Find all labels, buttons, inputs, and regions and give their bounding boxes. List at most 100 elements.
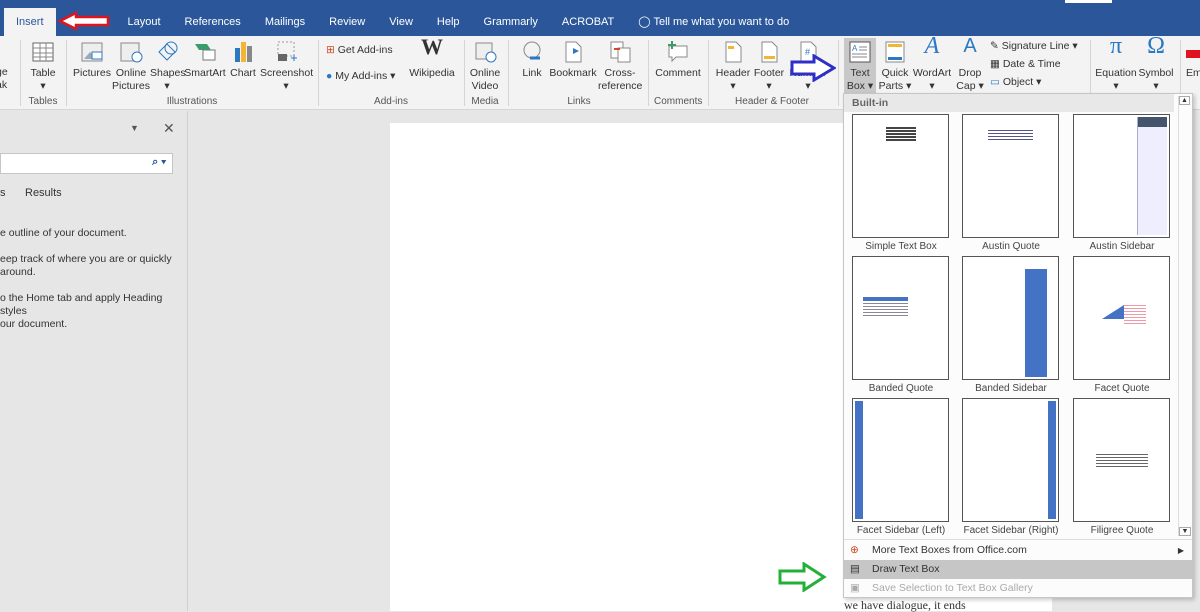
tab-layout[interactable]: Layout (116, 8, 173, 36)
get-addins-button[interactable]: ⊞ Get Add-ins (326, 44, 393, 57)
comment-button[interactable]: Comment (654, 40, 702, 80)
gallery-item-label[interactable]: Filigree Quote (1067, 525, 1177, 536)
table-button[interactable]: Table ▾ (26, 40, 60, 93)
tab-mailings[interactable]: Mailings (253, 8, 317, 36)
group-addins: Add-ins (374, 96, 408, 107)
gallery-item-label[interactable]: Banded Quote (846, 383, 956, 394)
tell-me[interactable]: ◯ Tell me what you want to do (626, 8, 801, 36)
gallery-thumbnail[interactable] (962, 256, 1059, 380)
green-arrow-annotation (778, 562, 827, 592)
section-built-in: Built-in (844, 94, 1174, 112)
header-icon (725, 41, 742, 63)
tab-references[interactable]: References (173, 8, 253, 36)
link-button[interactable]: Link (516, 40, 548, 80)
gallery-thumbnail[interactable] (852, 398, 949, 522)
my-addins-button[interactable]: ● My Add-ins ▾ (326, 70, 395, 83)
group-illustrations: Illustrations (166, 96, 218, 107)
addins-icon: ● (326, 70, 333, 82)
lightbulb-icon: ◯ (638, 16, 651, 28)
gallery-item-label[interactable]: Facet Quote (1067, 383, 1177, 394)
gallery-item-label[interactable]: Facet Sidebar (Right) (956, 525, 1066, 536)
group-tables: Tables (28, 96, 58, 107)
wikipedia-button[interactable]: W Wikipedia (408, 36, 456, 80)
online-video-button[interactable]: Online Video (468, 40, 502, 93)
object-icon: ▭ (990, 76, 1000, 88)
chart-button[interactable]: Chart (228, 40, 258, 80)
gallery-thumbnail[interactable] (962, 114, 1059, 238)
gallery-thumbnail[interactable] (852, 256, 949, 380)
wordart-icon: A (924, 33, 940, 59)
text-box-icon: ▤ (850, 563, 860, 575)
gallery-item-label[interactable]: Banded Sidebar (956, 383, 1066, 394)
quick-parts-button[interactable]: Quick Parts ▾ (878, 40, 912, 93)
text-box-icon: A (849, 41, 871, 63)
object-button[interactable]: ▭ Object ▾ (990, 76, 1041, 89)
gallery-item-label[interactable]: Simple Text Box (846, 241, 956, 252)
save-selection-item: ▣ Save Selection to Text Box Gallery (844, 579, 1192, 598)
tab-pages[interactable]: s (0, 187, 6, 199)
more-text-boxes-item[interactable]: ⊕ More Text Boxes from Office.com ▶ (844, 541, 1192, 560)
date-time-button[interactable]: ▦ Date & Time (990, 58, 1061, 71)
save-icon: ▣ (850, 582, 860, 594)
pane-options-dropdown[interactable]: ▼ (130, 123, 139, 133)
table-icon (32, 42, 54, 62)
store-icon: ⊞ (326, 44, 335, 56)
group-header-footer: Header & Footer (735, 96, 809, 107)
smartart-icon (195, 44, 216, 61)
gallery-thumbnail[interactable] (1073, 398, 1170, 522)
gallery-scrollbar[interactable]: ▲ ▼ (1178, 96, 1191, 536)
equation-button[interactable]: π Equation ▾ (1094, 34, 1138, 93)
symbol-button[interactable]: Ω Symbol ▾ (1138, 33, 1174, 93)
red-arrow-annotation (56, 10, 116, 34)
search-input[interactable]: ⌕ ▾ (0, 153, 173, 174)
tab-acrobat[interactable]: ACROBAT (550, 8, 626, 36)
online-pictures-button[interactable]: Online Pictures (112, 40, 150, 93)
search-icon: ⌕ ▾ (152, 156, 166, 168)
tab-grammarly[interactable]: Grammarly (472, 8, 550, 36)
signature-icon: ✎ (990, 40, 999, 52)
bookmark-button[interactable]: Bookmark (548, 40, 598, 80)
page-break-button[interactable]: geak (0, 66, 10, 92)
drop-cap-icon: A (963, 35, 977, 57)
footer-button[interactable]: Footer ▾ (752, 40, 786, 93)
wordart-button[interactable]: A WordArt ▾ (912, 33, 952, 93)
draw-text-box-item[interactable]: ▤ Draw Text Box (844, 560, 1192, 579)
blue-arrow-annotation (790, 54, 836, 82)
drop-cap-button[interactable]: A Drop Cap ▾ (954, 35, 986, 93)
bookmark-icon (565, 41, 582, 63)
cross-reference-icon (610, 41, 631, 63)
gallery-item-label[interactable]: Austin Quote (956, 241, 1066, 252)
group-media: Media (471, 96, 499, 107)
online-pictures-icon (120, 42, 143, 63)
tab-review[interactable]: Review (317, 8, 377, 36)
text-box-button[interactable]: A Text Box ▾ (844, 38, 876, 96)
pictures-icon (81, 42, 103, 62)
gallery-thumbnail[interactable] (852, 114, 949, 238)
header-button[interactable]: Header ▾ (714, 40, 752, 93)
tab-insert[interactable]: Insert (4, 8, 56, 36)
tab-view[interactable]: View (377, 8, 425, 36)
svg-text:A: A (852, 44, 858, 53)
document-text: we have dialogue, it ends (844, 598, 966, 612)
gallery-thumbnail[interactable] (1073, 114, 1170, 238)
pictures-button[interactable]: Pictures (72, 40, 112, 80)
calendar-icon: ▦ (990, 58, 1000, 70)
shapes-button[interactable]: Shapes ▾ (150, 40, 186, 93)
gallery-thumbnail[interactable] (1073, 256, 1170, 380)
omega-icon: Ω (1147, 33, 1165, 59)
signature-line-button[interactable]: ✎ Signature Line ▾ (990, 40, 1078, 53)
gallery-item-label[interactable]: Facet Sidebar (Left) (846, 525, 956, 536)
office-icon: ⊕ (850, 544, 859, 556)
cross-reference-button[interactable]: Cross-reference (598, 40, 642, 93)
chart-icon (235, 42, 252, 62)
footer-icon (761, 41, 778, 63)
tab-results[interactable]: Results (25, 187, 62, 199)
screenshot-button[interactable]: Screenshot ▾ (260, 40, 313, 93)
screenshot-icon (277, 41, 297, 61)
smartart-button[interactable]: SmartArt (184, 40, 226, 80)
gallery-thumbnail[interactable] (962, 398, 1059, 522)
gallery-item-label[interactable]: Austin Sidebar (1067, 241, 1177, 252)
embed-flash-button[interactable]: Em (1186, 40, 1200, 80)
tab-help[interactable]: Help (425, 8, 472, 36)
close-icon[interactable]: ✕ (163, 120, 175, 137)
